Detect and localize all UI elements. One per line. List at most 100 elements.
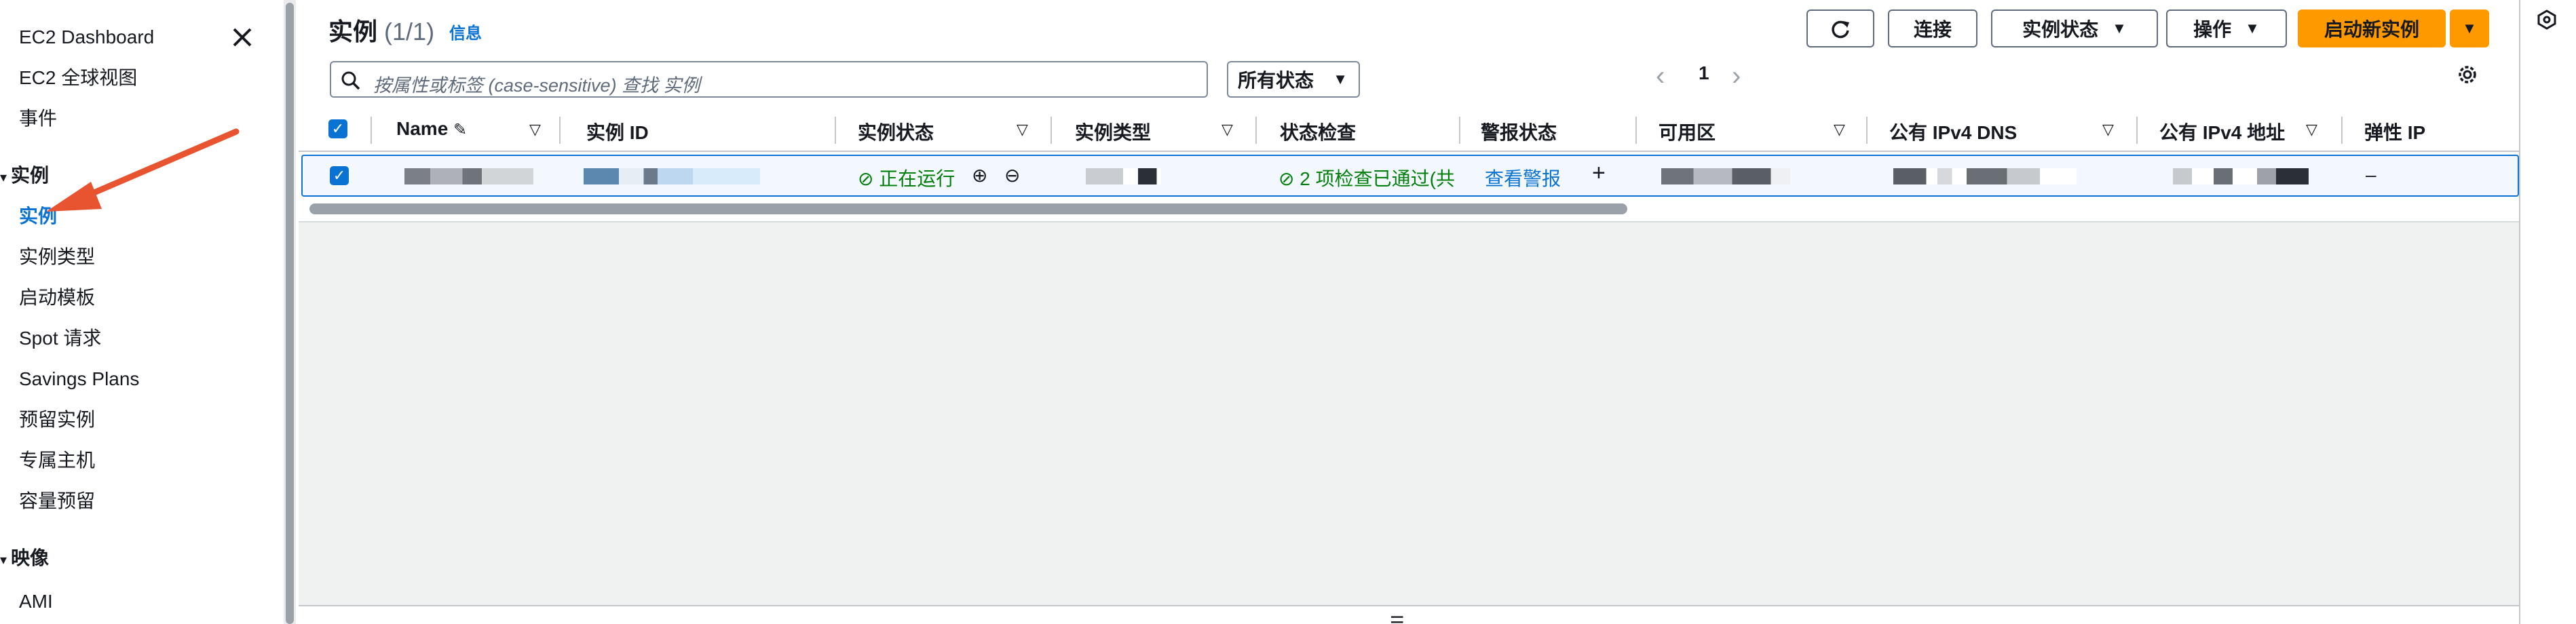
sidebar-item-ec2-dashboard[interactable]: EC2 Dashboard <box>19 26 154 49</box>
view-alarms-link[interactable]: 查看警报 <box>1485 164 1561 191</box>
sidebar-item-global-view[interactable]: EC2 全球视图 <box>19 66 137 90</box>
info-link[interactable]: 信息 <box>449 20 482 43</box>
status-check-text: 2 项检查已通过(共 <box>1300 168 1455 189</box>
column-header-availability-zone[interactable]: 可用区 <box>1659 118 1716 145</box>
instance-state-label: 实例状态 <box>2022 19 2099 40</box>
column-header-instance-type[interactable]: 实例类型 <box>1075 118 1151 145</box>
caret-down-icon: ▾ <box>0 170 7 185</box>
column-divider <box>559 117 561 144</box>
sort-icon[interactable]: ▽ <box>529 121 541 138</box>
column-header-label: Name <box>396 118 449 139</box>
page-title: 实例 (1/1) <box>328 12 434 47</box>
sidebar-item-capacity-reservations[interactable]: 容量预留 <box>19 490 95 513</box>
sidebar-section-images[interactable]: ▾ 映像 <box>0 547 49 572</box>
redacted-name <box>404 168 533 184</box>
column-divider <box>371 117 372 144</box>
caret-down-icon: ▼ <box>2462 20 2477 37</box>
caret-down-icon: ▾ <box>0 553 7 568</box>
caret-down-icon: ▼ <box>1333 71 1348 87</box>
sidebar-section-label: 映像 <box>11 547 50 568</box>
sidebar: EC2 Dashboard EC2 全球视图 事件 ▾ 实例 实例 实例类型 启动… <box>0 0 284 624</box>
column-header-alarm-status[interactable]: 警报状态 <box>1481 118 1557 145</box>
column-divider <box>2341 117 2343 144</box>
select-all-checkbox[interactable]: ✓ <box>328 119 347 138</box>
caret-down-icon: ▼ <box>2245 20 2260 37</box>
table-empty-area <box>299 221 2519 605</box>
sort-icon[interactable]: ▽ <box>1834 121 1845 138</box>
right-tools-rail <box>2519 0 2576 624</box>
redacted-instance-id[interactable] <box>584 168 760 184</box>
connect-button[interactable]: 连接 <box>1888 9 1977 47</box>
sidebar-scrollbar-thumb[interactable] <box>286 3 294 624</box>
column-divider <box>1459 117 1460 144</box>
split-panel-divider[interactable]: ☰ <box>299 605 2519 624</box>
redacted-public-dns[interactable] <box>1893 168 2077 184</box>
drag-handle-icon[interactable]: ☰ <box>1390 613 1405 624</box>
column-divider <box>1050 117 1052 144</box>
next-page-icon[interactable]: › <box>1732 62 1741 90</box>
column-header-instance-state[interactable]: 实例状态 <box>858 118 934 145</box>
close-icon[interactable] <box>229 24 256 51</box>
instance-state-dropdown[interactable]: 实例状态 ▼ <box>1991 9 2158 47</box>
title-text: 实例 <box>328 18 378 45</box>
page-number[interactable]: 1 <box>1699 62 1709 84</box>
sidebar-item-savings-plans[interactable]: Savings Plans <box>19 368 139 391</box>
redacted-availability-zone <box>1661 168 1790 184</box>
state-filter-select[interactable]: 所有状态 ▼ <box>1227 61 1360 98</box>
sidebar-item-dedicated-hosts[interactable]: 专属主机 <box>19 449 95 472</box>
redacted-public-ipv4[interactable] <box>2173 168 2309 184</box>
redacted-instance-type <box>1086 168 1160 184</box>
column-divider <box>2136 117 2138 144</box>
zoom-in-icon[interactable]: ⊕ <box>972 164 987 187</box>
column-header-name[interactable]: Name ✎ <box>396 118 467 140</box>
gear-icon[interactable] <box>2455 62 2480 87</box>
column-divider <box>1255 117 1257 144</box>
sidebar-item-instance-types[interactable]: 实例类型 <box>19 246 95 269</box>
check-circle-icon: ⊘ <box>858 168 874 189</box>
sidebar-item-spot-requests[interactable]: Spot 请求 <box>19 327 101 350</box>
state-filter-value: 所有状态 <box>1238 70 1314 91</box>
zoom-out-icon[interactable]: ⊖ <box>1004 164 1020 187</box>
column-header-status-check[interactable]: 状态检查 <box>1280 118 1356 145</box>
table-horizontal-scrollbar[interactable] <box>309 203 1627 214</box>
sort-icon[interactable]: ▽ <box>1017 121 1028 138</box>
column-divider <box>1635 117 1637 144</box>
settings-hexagon-icon[interactable] <box>2537 9 2557 30</box>
actions-dropdown[interactable]: 操作 ▼ <box>2166 9 2287 47</box>
row-checkbox[interactable]: ✓ <box>330 166 349 185</box>
sidebar-item-reserved-instances[interactable]: 预留实例 <box>19 408 95 431</box>
elastic-ip-cell: – <box>2366 164 2376 185</box>
sort-icon[interactable]: ▽ <box>2306 121 2317 138</box>
add-alarm-icon[interactable]: + <box>1592 160 1606 187</box>
column-divider <box>1866 117 1868 144</box>
actions-label: 操作 <box>2193 19 2232 40</box>
annotation-arrow <box>46 128 240 212</box>
sidebar-item-launch-templates[interactable]: 启动模板 <box>19 286 95 309</box>
launch-options-dropdown[interactable]: ▼ <box>2450 9 2489 47</box>
refresh-icon <box>1832 20 1849 39</box>
sort-icon[interactable]: ▽ <box>2102 121 2114 138</box>
main-panel: 实例 (1/1) 信息 连接 实例状态 ▼ 操作 ▼ 启动新实例 ▼ 按属性或标… <box>299 0 2524 624</box>
launch-instance-button[interactable]: 启动新实例 <box>2298 9 2446 47</box>
edit-pencil-icon: ✎ <box>453 121 468 139</box>
search-icon <box>341 71 360 90</box>
column-header-public-ipv4[interactable]: 公有 IPv4 地址 <box>2159 118 2285 145</box>
column-header-public-dns[interactable]: 公有 IPv4 DNS <box>1889 118 2017 145</box>
sidebar-item-ami[interactable]: AMI <box>19 590 53 613</box>
search-placeholder: 按属性或标签 (case-sensitive) 查找 实例 <box>373 75 700 96</box>
status-check-cell[interactable]: ⊘ 2 项检查已通过(共 <box>1278 164 1455 191</box>
table-row[interactable]: ✓ ⊘ 正在运行 ⊕ ⊖ ⊘ 2 项检查已通过(共 查看警报 + – <box>301 155 2519 197</box>
refresh-button[interactable] <box>1806 9 1874 47</box>
sort-icon[interactable]: ▽ <box>1221 121 1233 138</box>
instance-state-text: 正在运行 <box>879 168 955 189</box>
title-count: (1/1) <box>384 18 435 45</box>
column-divider <box>835 117 836 144</box>
table-header: ✓ Name ✎ ▽ 实例 ID 实例状态 ▽ 实例类型 ▽ 状态检查 警报状态… <box>299 109 2519 152</box>
column-header-instance-id[interactable]: 实例 ID <box>586 118 649 145</box>
search-input[interactable]: 按属性或标签 (case-sensitive) 查找 实例 <box>330 61 1208 98</box>
instance-state-cell: ⊘ 正在运行 <box>858 164 955 191</box>
caret-down-icon: ▼ <box>2112 20 2127 37</box>
previous-page-icon[interactable]: ‹ <box>1656 62 1665 90</box>
column-header-elastic-ip[interactable]: 弹性 IP <box>2364 118 2425 145</box>
check-circle-icon: ⊘ <box>1278 168 1295 189</box>
